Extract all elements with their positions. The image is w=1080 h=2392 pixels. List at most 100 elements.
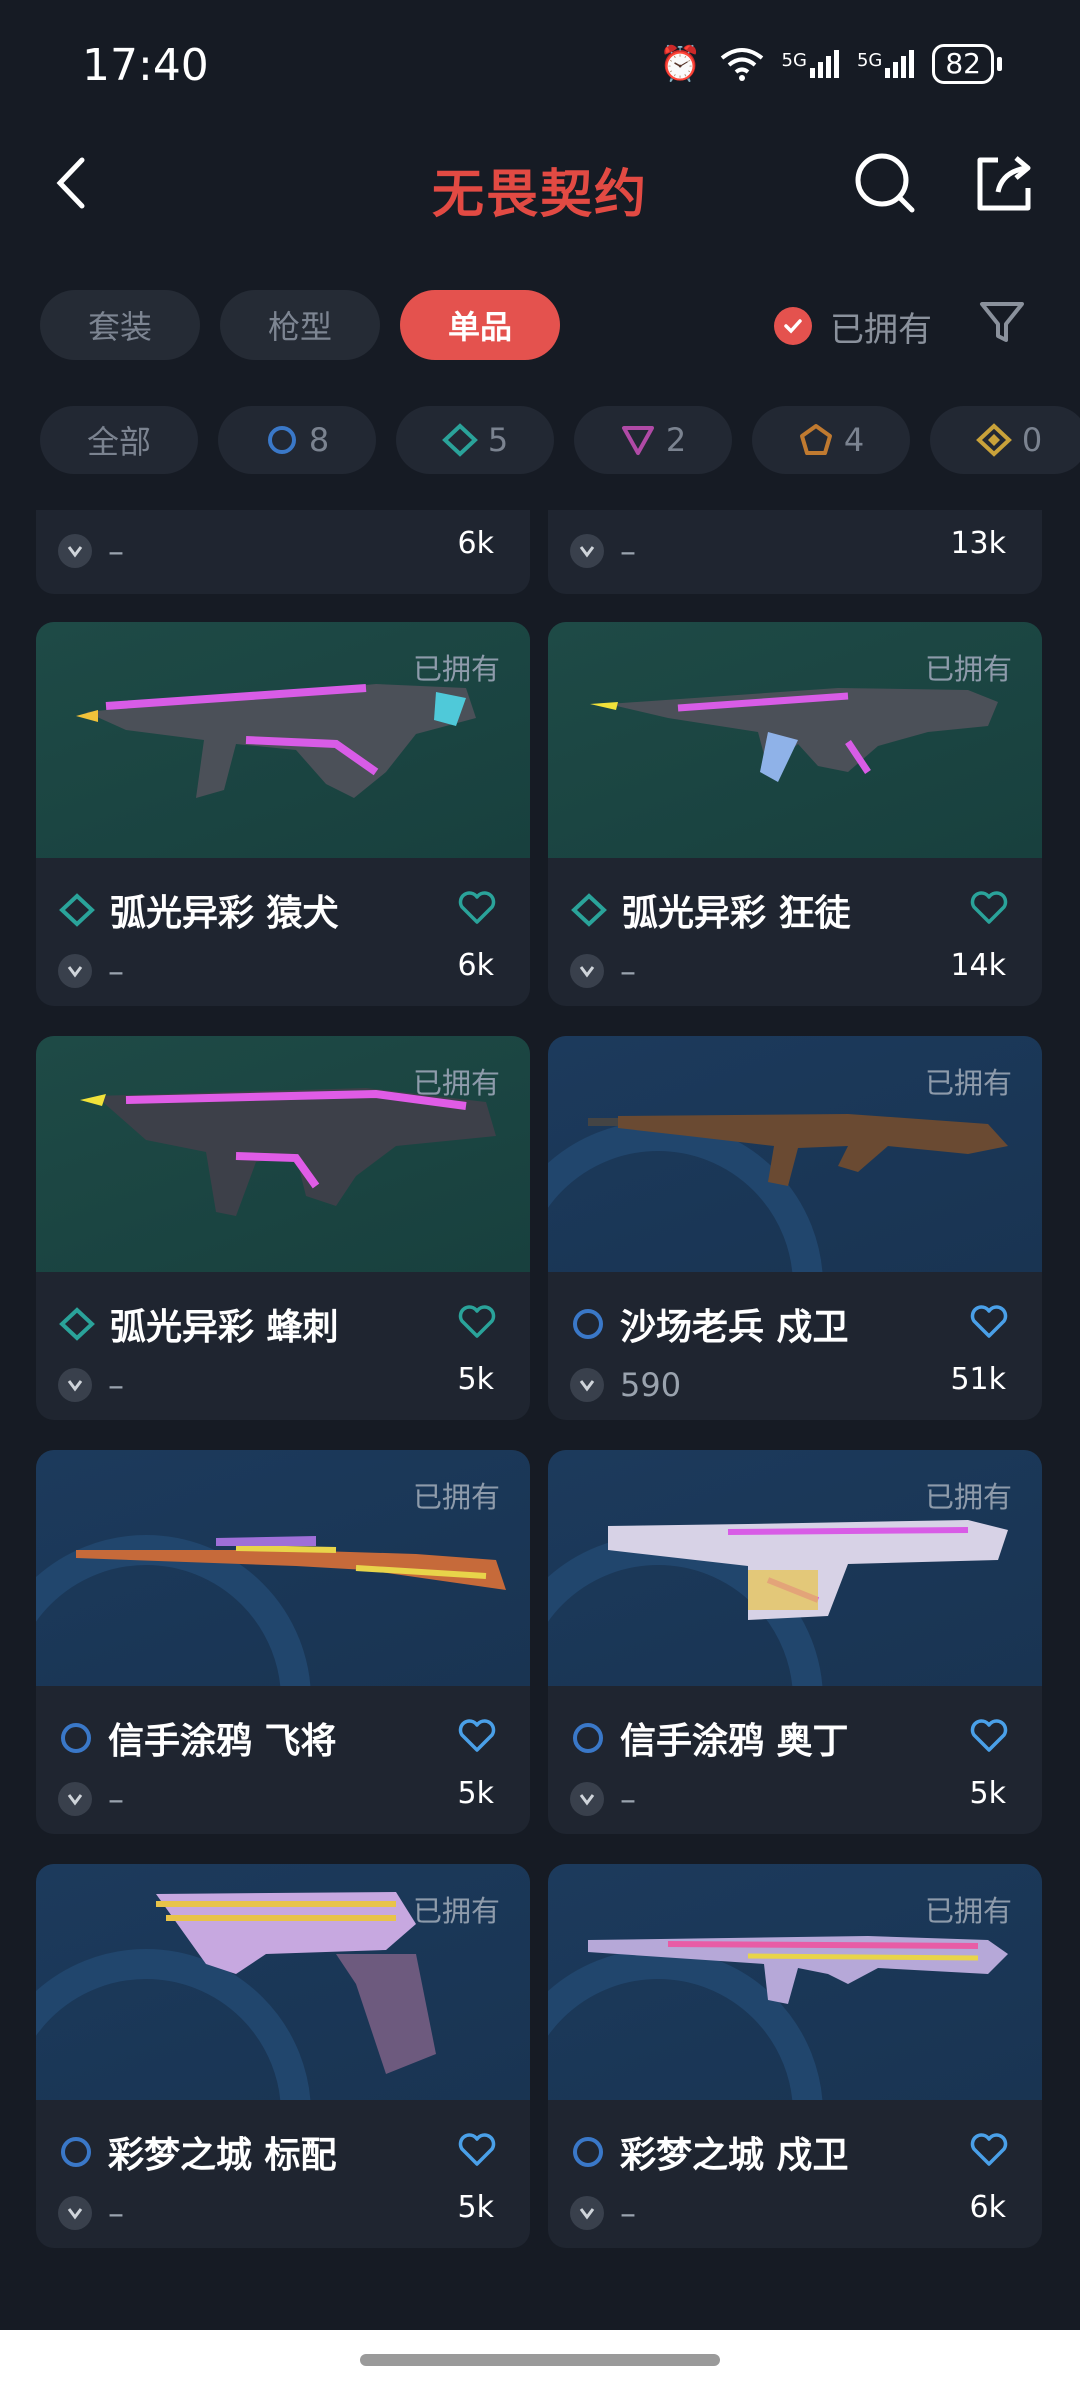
- heart-icon[interactable]: [968, 886, 1010, 928]
- chip-premium-tier[interactable]: 2: [574, 406, 732, 474]
- tab-items[interactable]: 单品: [400, 290, 560, 360]
- price-row: –: [570, 532, 636, 570]
- tab-weapon-type[interactable]: 枪型: [220, 290, 380, 360]
- vp-currency-icon: [570, 534, 604, 568]
- price-value: –: [108, 2194, 124, 2232]
- skin-card[interactable]: 已拥有 信手涂鸦 奥丁 – 5k: [548, 1450, 1042, 1834]
- heart-icon[interactable]: [456, 2128, 498, 2170]
- skin-image: 已拥有: [548, 622, 1042, 858]
- rarity-filter-chips: 全部 8 5 2 4 0: [40, 406, 1080, 474]
- premium-tier-icon: [621, 426, 654, 455]
- chip-select-tier[interactable]: 8: [218, 406, 376, 474]
- like-count: 5k: [457, 1776, 494, 1811]
- vp-currency-icon: [58, 954, 92, 988]
- skin-image: 已拥有: [36, 1864, 530, 2100]
- vp-currency-icon: [570, 1368, 604, 1402]
- signal-2-icon: 5G: [857, 50, 915, 78]
- skin-card[interactable]: 已拥有 信手涂鸦 飞将 – 5k: [36, 1450, 530, 1834]
- select-tier-icon: [267, 426, 296, 454]
- like-count: 5k: [969, 1776, 1006, 1811]
- home-indicator[interactable]: [360, 2354, 720, 2366]
- heart-icon[interactable]: [968, 1300, 1010, 1342]
- deluxe-tier-icon: [59, 893, 95, 927]
- price-row: –: [58, 1780, 124, 1818]
- battery-level: 82: [932, 44, 994, 84]
- vp-currency-icon: [58, 2196, 92, 2230]
- owned-label: 已拥有: [412, 652, 500, 686]
- skin-card[interactable]: 已拥有 彩梦之城 戍卫 – 6k: [548, 1864, 1042, 2248]
- skin-card[interactable]: 已拥有 弧光异彩 狂徒 – 14k: [548, 622, 1042, 1006]
- chip-exclusive-tier[interactable]: 4: [752, 406, 910, 474]
- app-header: 无畏契约: [0, 130, 1080, 240]
- price-value: –: [620, 2194, 636, 2232]
- category-tabs: 套装 枪型 单品: [40, 290, 560, 360]
- heart-icon[interactable]: [456, 886, 498, 928]
- skin-card[interactable]: 已拥有 弧光异彩 蜂刺 – 5k: [36, 1036, 530, 1420]
- like-count: 14k: [950, 948, 1006, 983]
- chip-ultra-tier[interactable]: 0: [930, 406, 1080, 474]
- skin-card-partial[interactable]: – 6k: [36, 510, 530, 594]
- owned-label: 已拥有: [924, 1894, 1012, 1928]
- skin-image: 已拥有: [36, 1036, 530, 1272]
- owned-label: 已拥有: [412, 1894, 500, 1928]
- select-tier-icon: [573, 2137, 603, 2167]
- select-tier-icon: [61, 1723, 91, 1753]
- skin-title: 彩梦之城 戍卫: [620, 2135, 849, 2176]
- like-count: 5k: [457, 1362, 494, 1397]
- share-icon[interactable]: [968, 148, 1038, 218]
- wifi-icon: [720, 48, 763, 81]
- vp-currency-icon: [58, 1782, 92, 1816]
- owned-filter-label: 已拥有: [830, 309, 932, 350]
- chip-deluxe-tier[interactable]: 5: [396, 406, 554, 474]
- vp-currency-icon: [58, 1368, 92, 1402]
- skin-title: 弧光异彩 猿犬: [110, 893, 339, 934]
- like-count: 13k: [950, 526, 1006, 561]
- price-value: –: [620, 532, 636, 570]
- chip-all[interactable]: 全部: [40, 406, 198, 474]
- vp-currency-icon: [570, 1782, 604, 1816]
- owned-label: 已拥有: [924, 652, 1012, 686]
- deluxe-tier-icon: [571, 893, 607, 927]
- price-value: –: [108, 952, 124, 990]
- owned-filter-toggle[interactable]: 已拥有: [774, 292, 932, 360]
- skin-title: 信手涂鸦 奥丁: [620, 1721, 849, 1762]
- price-value: –: [620, 952, 636, 990]
- heart-icon[interactable]: [456, 1300, 498, 1342]
- skin-image: 已拥有: [36, 622, 530, 858]
- select-tier-icon: [573, 1309, 603, 1339]
- price-row: 590: [570, 1366, 681, 1404]
- price-row: –: [570, 952, 636, 990]
- skin-card-partial[interactable]: – 13k: [548, 510, 1042, 594]
- deluxe-tier-icon: [59, 1307, 95, 1341]
- like-count: 6k: [969, 2190, 1006, 2225]
- status-bar: 17:40 ⏰ 5G 5G 82: [0, 0, 1080, 130]
- skin-title: 彩梦之城 标配: [108, 2135, 337, 2176]
- owned-label: 已拥有: [924, 1066, 1012, 1100]
- skin-image: 已拥有: [548, 1864, 1042, 2100]
- search-icon[interactable]: [850, 148, 920, 218]
- like-count: 6k: [457, 948, 494, 983]
- system-nav-bar: [0, 2330, 1080, 2392]
- price-value: 590: [620, 1366, 682, 1404]
- check-icon: [774, 307, 812, 345]
- skin-title: 沙场老兵 戍卫: [620, 1307, 849, 1348]
- like-count: 51k: [950, 1362, 1006, 1397]
- tab-bundles[interactable]: 套装: [40, 290, 200, 360]
- status-icons: ⏰ 5G 5G 82: [659, 44, 1002, 84]
- like-count: 6k: [457, 526, 494, 561]
- select-tier-icon: [61, 2137, 91, 2167]
- price-row: –: [570, 2194, 636, 2232]
- skin-card[interactable]: 已拥有 弧光异彩 猿犬 – 6k: [36, 622, 530, 1006]
- heart-icon[interactable]: [968, 1714, 1010, 1756]
- price-row: –: [58, 532, 124, 570]
- heart-icon[interactable]: [968, 2128, 1010, 2170]
- price-value: –: [620, 1780, 636, 1818]
- price-row: –: [570, 1780, 636, 1818]
- skin-title: 弧光异彩 蜂刺: [110, 1307, 339, 1348]
- select-tier-icon: [573, 1723, 603, 1753]
- filter-icon[interactable]: [976, 296, 1028, 348]
- skin-card[interactable]: 已拥有 沙场老兵 戍卫 590 51k: [548, 1036, 1042, 1420]
- skin-card[interactable]: 已拥有 彩梦之城 标配 – 5k: [36, 1864, 530, 2248]
- heart-icon[interactable]: [456, 1714, 498, 1756]
- owned-label: 已拥有: [412, 1066, 500, 1100]
